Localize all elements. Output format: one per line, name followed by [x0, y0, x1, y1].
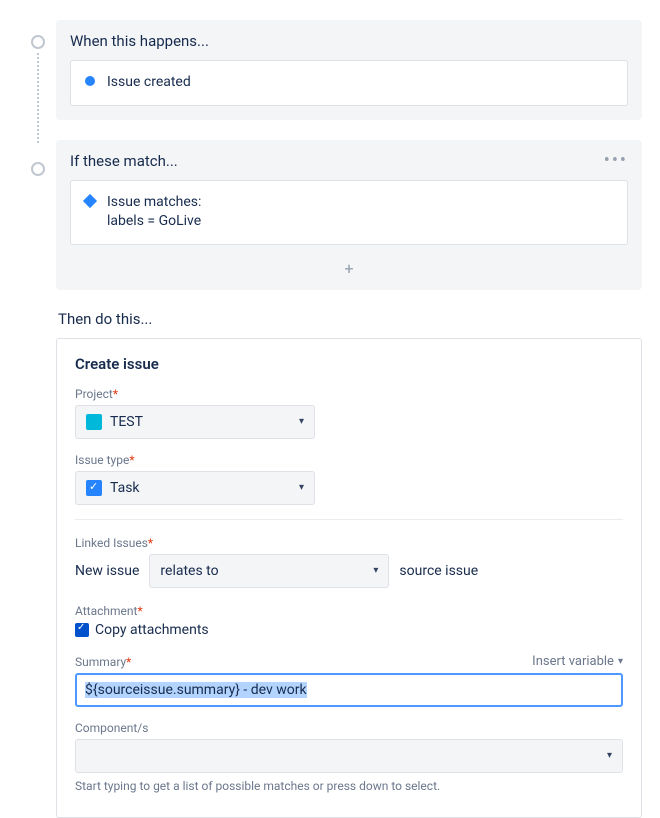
insert-variable-button[interactable]: Insert variable ▾	[532, 654, 623, 669]
project-value: TEST	[110, 414, 143, 430]
rule-timeline	[20, 20, 56, 818]
condition-line1: Issue matches:	[107, 194, 201, 210]
action-header: Then do this...	[58, 310, 642, 328]
trigger-card[interactable]: Issue created	[70, 60, 628, 106]
attachment-label: Attachment*	[75, 604, 623, 618]
components-select[interactable]: ▾	[75, 739, 623, 773]
trigger-block: When this happens... Issue created	[56, 20, 642, 120]
trigger-header: When this happens...	[70, 32, 209, 50]
add-branch-button[interactable]: +	[70, 259, 628, 278]
summary-input[interactable]: ${sourceissue.summary} - dev work	[75, 673, 623, 707]
timeline-node-trigger	[31, 35, 45, 49]
copy-attachments-checkbox[interactable]	[75, 623, 89, 637]
components-label: Component/s	[75, 721, 623, 735]
chevron-down-icon: ▾	[618, 656, 623, 667]
source-issue-label: source issue	[399, 563, 478, 579]
project-label: Project*	[75, 387, 623, 401]
chevron-down-icon: ▾	[299, 482, 304, 493]
timeline-connector	[37, 53, 39, 143]
summary-label: Summary*	[75, 655, 131, 669]
project-avatar-icon	[86, 414, 102, 430]
condition-header: If these match...	[70, 152, 178, 170]
more-options-icon[interactable]: •••	[604, 152, 628, 170]
form-divider	[75, 519, 623, 520]
condition-card[interactable]: Issue matches: labels = GoLive	[70, 180, 628, 245]
link-relation-select[interactable]: relates to ▾	[149, 554, 389, 588]
copy-attachments-label: Copy attachments	[95, 622, 209, 638]
trigger-dot-icon	[85, 76, 95, 86]
issuetype-value: Task	[110, 480, 140, 496]
components-help: Start typing to get a list of possible m…	[75, 779, 623, 793]
form-title: Create issue	[75, 355, 623, 373]
trigger-label: Issue created	[107, 73, 191, 93]
create-issue-form: Create issue Project* TEST ▾ Issue type*	[56, 338, 642, 818]
summary-value: ${sourceissue.summary} - dev work	[85, 682, 307, 698]
condition-text: Issue matches: labels = GoLive	[107, 193, 201, 232]
link-relation-value: relates to	[160, 563, 218, 579]
condition-block: If these match... ••• Issue matches: lab…	[56, 140, 642, 290]
issuetype-label: Issue type*	[75, 453, 623, 467]
task-icon	[86, 480, 102, 496]
linked-issues-label: Linked Issues*	[75, 536, 623, 550]
issuetype-select[interactable]: Task ▾	[75, 471, 315, 505]
condition-line2: labels = GoLive	[107, 213, 201, 229]
timeline-node-condition	[31, 162, 45, 176]
new-issue-label: New issue	[75, 563, 139, 579]
chevron-down-icon: ▾	[373, 565, 378, 576]
condition-diamond-icon	[83, 194, 97, 208]
chevron-down-icon: ▾	[299, 416, 304, 427]
project-select[interactable]: TEST ▾	[75, 405, 315, 439]
chevron-down-icon: ▾	[607, 750, 612, 761]
